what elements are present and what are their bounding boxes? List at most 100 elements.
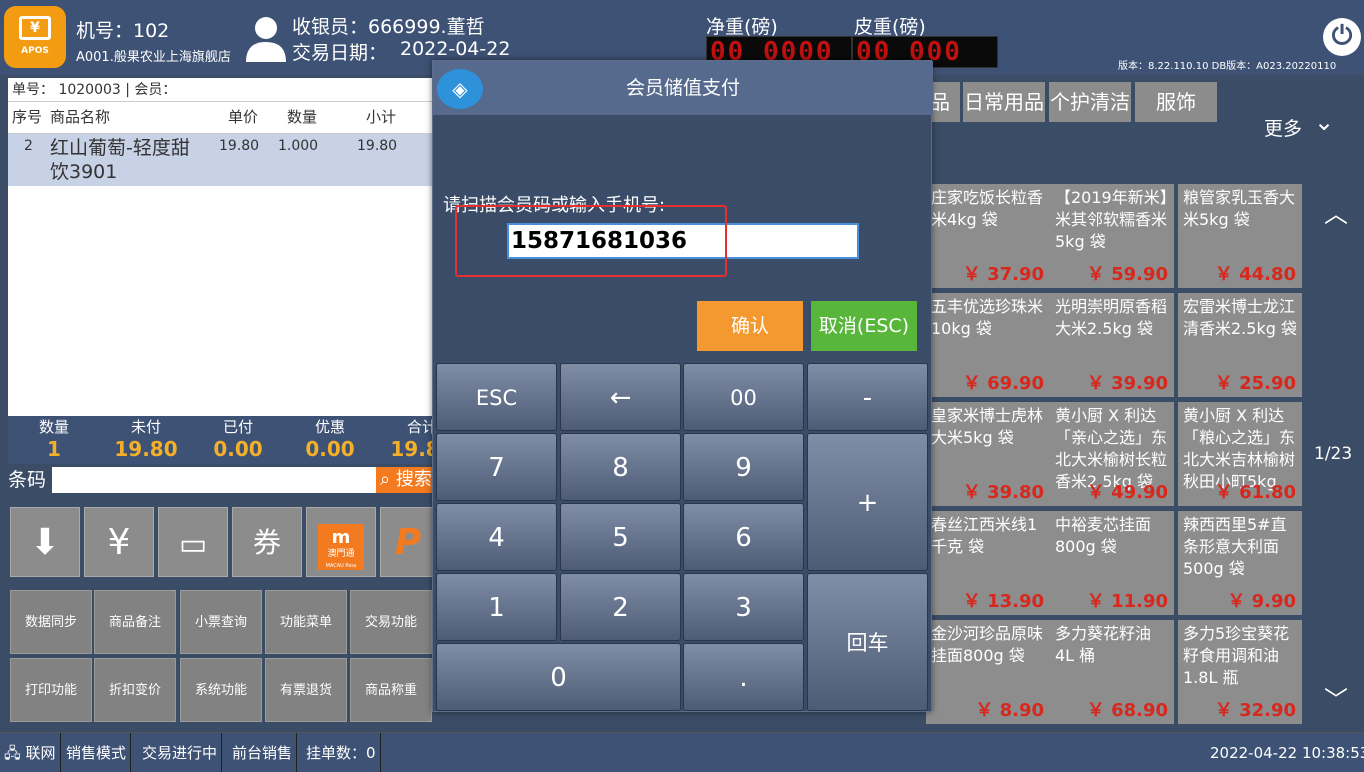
- chevron-down-icon[interactable]: ﹀: [1324, 680, 1348, 715]
- order-info: 单号： 1020003 | 会员：: [8, 78, 440, 102]
- key-9[interactable]: 9: [683, 433, 804, 501]
- product-name: 五丰优选珍珠米10kg 袋: [931, 297, 1044, 338]
- product-price: ￥ 25.90: [1214, 373, 1296, 394]
- product-name: 多力葵花籽油4L 桶: [1055, 624, 1152, 665]
- system-function-button[interactable]: 系统功能: [180, 658, 262, 722]
- product-card[interactable]: 金沙河珍品原味挂面800g 袋 ￥ 8.90: [926, 620, 1050, 724]
- macau-pass-button[interactable]: m 澳門通 MACAU Pass: [306, 507, 376, 577]
- data-sync-button[interactable]: 数据同步: [10, 590, 92, 654]
- store-name: A001.般果农业上海旗舰店: [76, 50, 231, 65]
- trade-date: 2022-04-22: [400, 38, 511, 60]
- trade-function-button[interactable]: 交易功能: [350, 590, 432, 654]
- product-note-button[interactable]: 商品备注: [94, 590, 176, 654]
- key-enter[interactable]: 回车: [807, 573, 928, 711]
- product-card[interactable]: 春丝江西米线1千克 袋 ￥ 13.90: [926, 511, 1050, 615]
- key-5[interactable]: 5: [560, 503, 681, 571]
- key-double-zero[interactable]: 00: [683, 363, 804, 431]
- coupon-icon: 券: [252, 526, 281, 559]
- key-plus[interactable]: +: [807, 433, 928, 571]
- cash-down-button[interactable]: ⬇: [10, 507, 80, 577]
- status-trade: 交易进行中: [138, 733, 223, 772]
- product-card[interactable]: 多力葵花籽油4L 桶 ￥ 68.90: [1050, 620, 1174, 724]
- p-pay-button[interactable]: P: [380, 507, 436, 577]
- category-daily[interactable]: 日常用品: [963, 82, 1045, 122]
- col-qty: 数量: [287, 108, 318, 126]
- weigh-button[interactable]: 商品称重: [350, 658, 432, 722]
- table-row[interactable]: 2 红山葡萄-轻度甜饮3901 19.80 1.000 19.80: [8, 134, 440, 186]
- key-4[interactable]: 4: [436, 503, 557, 571]
- status-clock: 2022-04-22 10:38:53: [1210, 744, 1364, 762]
- product-name: 宏雷米博士龙江清香米2.5kg 袋: [1183, 297, 1297, 338]
- product-name: 多力5珍宝葵花籽食用调和油1.8L 瓶: [1183, 624, 1290, 687]
- cancel-button[interactable]: 取消(ESC): [811, 301, 917, 351]
- more-categories[interactable]: 更多: [1264, 114, 1302, 141]
- status-sale-mode: 销售模式: [62, 733, 132, 772]
- logo-label: APOS: [21, 46, 49, 56]
- chevron-up-icon[interactable]: ︿: [1324, 194, 1348, 229]
- refund-button[interactable]: 有票退货: [265, 658, 347, 722]
- confirm-button[interactable]: 确认: [697, 301, 803, 351]
- product-name: 黄小厨 X 利达「亲心之选」东北大米榆树长粒香米2.5kg 袋: [1055, 406, 1168, 491]
- function-menu-button[interactable]: 功能菜单: [265, 590, 347, 654]
- product-price: ￥ 49.90: [1086, 482, 1168, 503]
- product-name: 金沙河珍品原味挂面800g 袋: [931, 624, 1044, 665]
- product-price: ￥ 61.80: [1214, 482, 1296, 503]
- macau-pass-icon: m 澳門通 MACAU Pass: [318, 524, 364, 570]
- barcode-row: 条码 ⌕ 搜索: [8, 466, 446, 494]
- key-3[interactable]: 3: [683, 573, 804, 641]
- print-function-button[interactable]: 打印功能: [10, 658, 92, 722]
- product-card[interactable]: 粮管家乳玉香大米5kg 袋 ￥ 44.80: [1178, 184, 1302, 288]
- totals-bar: 数量 未付 已付 优惠 合计 1 19.80 0.00 0.00 19.80: [8, 416, 454, 464]
- barcode-input[interactable]: [52, 467, 376, 493]
- key-minus[interactable]: -: [807, 363, 928, 431]
- key-2[interactable]: 2: [560, 573, 681, 641]
- product-card[interactable]: 皇家米博士虎林大米5kg 袋 ￥ 39.80: [926, 402, 1050, 506]
- total-qty-value: 1: [47, 437, 61, 461]
- product-card[interactable]: 光明崇明原香稻大米2.5kg 袋 ￥ 39.90: [1050, 293, 1174, 397]
- product-card[interactable]: 五丰优选珍珠米10kg 袋 ￥ 69.90: [926, 293, 1050, 397]
- key-dot[interactable]: .: [683, 643, 804, 711]
- product-price: ￥ 59.90: [1086, 264, 1168, 285]
- receipt-query-button[interactable]: 小票查询: [180, 590, 262, 654]
- key-backspace[interactable]: ←: [560, 363, 681, 431]
- status-bar: 🖧 联网 销售模式 交易进行中 前台销售 挂单数：0 2022-04-22 10…: [0, 732, 1364, 772]
- yen-icon: ¥: [107, 522, 131, 563]
- category-personal-care[interactable]: 个护清洁: [1049, 82, 1131, 122]
- product-name: 中裕麦芯挂面800g 袋: [1055, 515, 1152, 556]
- key-0[interactable]: 0: [436, 643, 681, 711]
- key-8[interactable]: 8: [560, 433, 681, 501]
- product-price: ￥ 8.90: [975, 700, 1044, 721]
- category-clothing[interactable]: 服饰: [1135, 82, 1217, 122]
- key-6[interactable]: 6: [683, 503, 804, 571]
- product-price: ￥ 68.90: [1086, 700, 1168, 721]
- discount-price-button[interactable]: 折扣变价: [94, 658, 176, 722]
- product-name: 庄家吃饭长粒香米4kg 袋: [931, 188, 1044, 229]
- product-name: 黄小厨 X 利达「粮心之选」东北大米吉林榆树秋田小町5kg: [1183, 406, 1296, 491]
- key-1[interactable]: 1: [436, 573, 557, 641]
- product-card[interactable]: 中裕麦芯挂面800g 袋 ￥ 11.90: [1050, 511, 1174, 615]
- chevron-down-icon[interactable]: ⌄: [1314, 108, 1334, 136]
- product-price: ￥ 9.90: [1227, 591, 1296, 612]
- network-icon: 🖧: [4, 744, 21, 762]
- coupon-button[interactable]: 券: [232, 507, 302, 577]
- product-card[interactable]: 黄小厨 X 利达「亲心之选」东北大米榆树长粒香米2.5kg 袋 ￥ 49.90: [1050, 402, 1174, 506]
- product-card[interactable]: 【2019年新米】米其邻软糯香米5kg 袋 ￥ 59.90: [1050, 184, 1174, 288]
- product-card[interactable]: 多力5珍宝葵花籽食用调和油1.8L 瓶 ￥ 32.90: [1178, 620, 1302, 724]
- product-price: ￥ 39.80: [962, 482, 1044, 503]
- discount-label: 优惠: [314, 418, 345, 436]
- product-price: ￥ 37.90: [962, 264, 1044, 285]
- key-7[interactable]: 7: [436, 433, 557, 501]
- key-esc[interactable]: ESC: [436, 363, 557, 431]
- col-no: 序号: [12, 108, 43, 126]
- yen-button[interactable]: ¥: [84, 507, 154, 577]
- product-card[interactable]: 辣西西里5#直条形意大利面500g 袋 ￥ 9.90: [1178, 511, 1302, 615]
- product-card[interactable]: 庄家吃饭长粒香米4kg 袋 ￥ 37.90: [926, 184, 1050, 288]
- product-card[interactable]: 黄小厨 X 利达「粮心之选」东北大米吉林榆树秋田小町5kg ￥ 61.80: [1178, 402, 1302, 506]
- cashier-label: 收银员：666999.董哲: [292, 16, 485, 38]
- product-price: ￥ 13.90: [962, 591, 1044, 612]
- p-pay-icon: P: [394, 522, 422, 563]
- product-card[interactable]: 宏雷米博士龙江清香米2.5kg 袋 ￥ 25.90: [1178, 293, 1302, 397]
- power-icon[interactable]: ⏻: [1323, 18, 1361, 56]
- payment-icons-row: ⬇ ¥ ▭ 券 m 澳門通 MACAU Pass P: [6, 500, 436, 582]
- card-button[interactable]: ▭: [158, 507, 228, 577]
